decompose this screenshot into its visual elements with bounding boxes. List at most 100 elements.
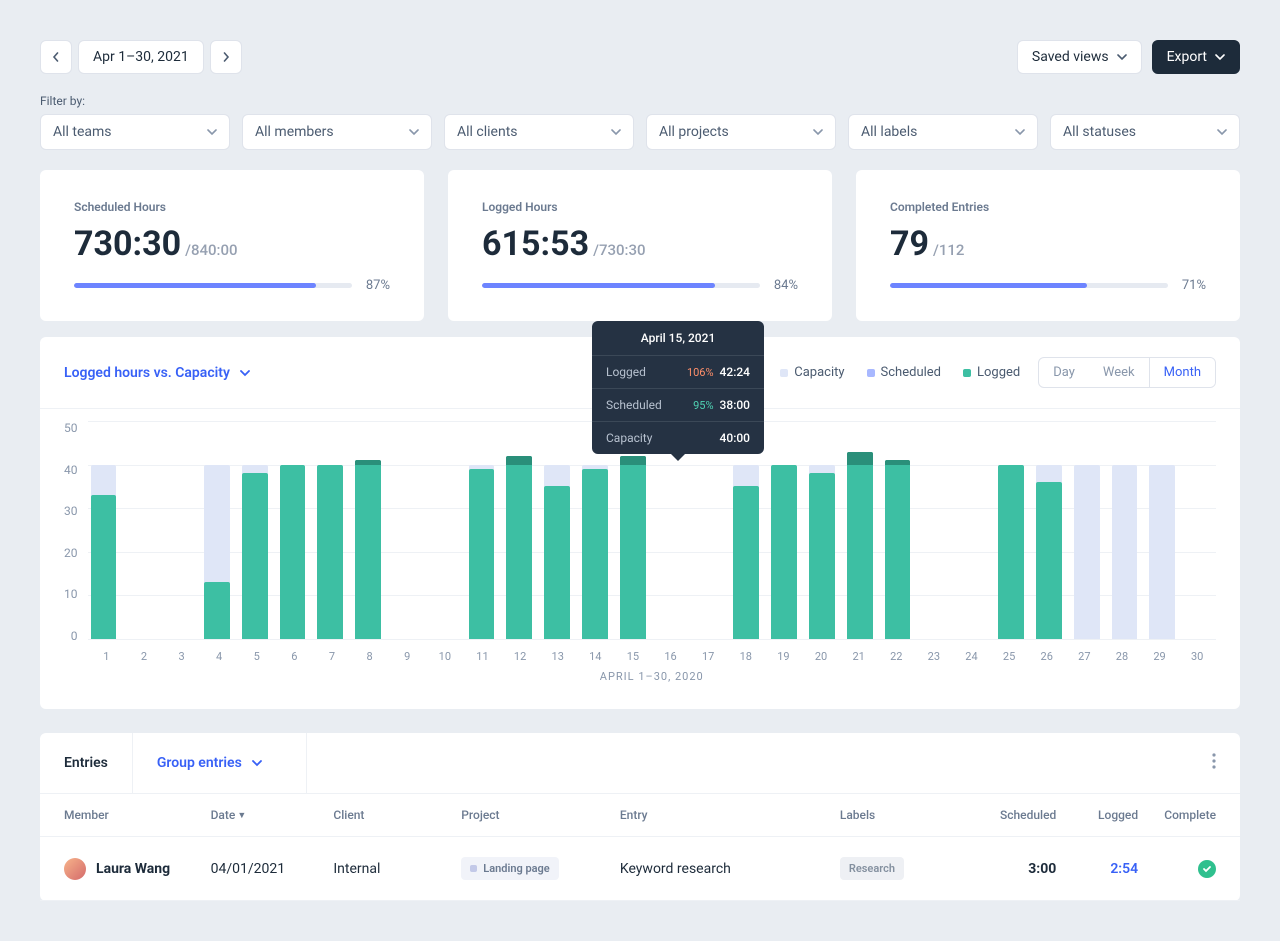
sort-desc-icon: ▼ [237,811,246,821]
chart-panel: Logged hours vs. Capacity Capacity Sched… [40,337,1240,709]
progress-bar [890,283,1168,288]
chart-bar-21[interactable] [844,421,876,639]
chart-bar-28[interactable] [1109,421,1141,639]
metric-completed-entries: Completed Entries 79/112 71% [856,170,1240,321]
date-prev-button[interactable] [40,40,72,74]
chevron-down-icon [252,758,262,768]
range-week[interactable]: Week [1089,358,1149,387]
date-next-button[interactable] [210,40,242,74]
filter-members[interactable]: All members [242,114,432,150]
export-button[interactable]: Export [1152,40,1240,74]
x-axis: 1234567891011121314151617181920212223242… [88,650,1217,663]
th-date[interactable]: Date▼ [199,794,322,837]
chart-bar-25[interactable] [995,421,1027,639]
chart-bar-6[interactable] [277,421,309,639]
th-member[interactable]: Member [40,794,199,837]
metric-total: /730:30 [593,241,645,259]
th-logged[interactable]: Logged [1068,794,1150,837]
chart-bar-26[interactable] [1033,421,1065,639]
filter-labels[interactable]: All labels [848,114,1038,150]
avatar [64,858,86,880]
filter-statuses[interactable]: All statuses [1050,114,1240,150]
chart-bar-20[interactable] [806,421,838,639]
logged-link[interactable]: 2:54 [1110,861,1138,877]
table-row[interactable]: Laura Wang04/01/2021InternalLanding page… [40,837,1240,901]
chart-bar-24[interactable] [957,421,989,639]
progress-pct: 84% [774,278,798,293]
legend-logged: Logged [963,365,1020,380]
chart-bar-9[interactable] [390,421,422,639]
th-client[interactable]: Client [321,794,449,837]
metric-scheduled-hours: Scheduled Hours 730:30/840:00 87% [40,170,424,321]
chart-bar-27[interactable] [1071,421,1103,639]
metric-value: 730:30 [74,224,181,264]
chart-bar-19[interactable] [768,421,800,639]
entries-table: Member Date▼ Client Project Entry Labels… [40,794,1240,901]
chart-bar-3[interactable] [163,421,195,639]
progress-bar [482,283,760,288]
metric-logged-hours: Logged Hours 615:53/730:30 84% [448,170,832,321]
check-icon [1198,860,1216,878]
filter-by-label: Filter by: [40,94,1240,108]
th-scheduled[interactable]: Scheduled [976,794,1068,837]
chart-type-label: Logged hours vs. Capacity [64,365,230,381]
metric-title: Scheduled Hours [74,200,390,214]
chevron-down-icon [813,127,823,137]
x-axis-caption: APRIL 1–30, 2020 [88,670,1217,683]
chart-bar-30[interactable] [1184,421,1216,639]
chevron-down-icon [207,127,217,137]
metric-value: 615:53 [482,224,589,264]
chevron-down-icon [1217,127,1227,137]
range-toggle: Day Week Month [1038,357,1216,388]
chevron-left-icon [51,52,61,62]
chart-bar-4[interactable] [201,421,233,639]
tab-group-entries[interactable]: Group entries [133,733,307,793]
th-project[interactable]: Project [449,794,608,837]
chevron-down-icon [1117,52,1127,62]
progress-pct: 71% [1182,278,1206,293]
chevron-down-icon [409,127,419,137]
project-pill: Landing page [461,857,558,880]
date-range-label: Apr 1–30, 2021 [93,49,189,65]
legend-capacity: Capacity [780,365,844,380]
th-entry[interactable]: Entry [608,794,828,837]
chart-plot[interactable]: 1234567891011121314151617181920212223242… [88,421,1217,683]
progress-pct: 87% [366,278,390,293]
legend-scheduled: Scheduled [867,365,941,380]
tab-entries[interactable]: Entries [40,733,133,793]
chart-bar-5[interactable] [239,421,271,639]
range-month[interactable]: Month [1149,358,1215,387]
th-complete[interactable]: Complete [1150,794,1240,837]
label-pill: Research [840,857,904,880]
chart-bar-12[interactable] [503,421,535,639]
export-label: Export [1167,49,1207,65]
filter-clients[interactable]: All clients [444,114,634,150]
chart-tooltip: April 15, 2021 Logged106%42:24Scheduled9… [592,321,764,454]
chevron-down-icon [1015,127,1025,137]
filter-projects[interactable]: All projects [646,114,836,150]
chart-bar-2[interactable] [125,421,157,639]
chevron-down-icon [240,368,250,378]
saved-views-label: Saved views [1032,49,1109,65]
chart-bar-29[interactable] [1146,421,1178,639]
chart-bar-11[interactable] [466,421,498,639]
table-more-icon[interactable] [1188,753,1240,773]
chart-bar-1[interactable] [88,421,120,639]
tooltip-title: April 15, 2021 [592,321,764,356]
metric-title: Completed Entries [890,200,1206,214]
chart-bar-22[interactable] [882,421,914,639]
chart-bar-8[interactable] [352,421,384,639]
range-day[interactable]: Day [1039,358,1089,387]
filter-teams[interactable]: All teams [40,114,230,150]
chevron-down-icon [1215,52,1225,62]
chart-bar-23[interactable] [919,421,951,639]
chart-bar-13[interactable] [541,421,573,639]
y-axis: 50403020100 [64,421,88,643]
chart-bar-10[interactable] [428,421,460,639]
date-range-button[interactable]: Apr 1–30, 2021 [78,40,204,74]
entries-panel: Entries Group entries Member Date▼ Clien… [40,733,1240,901]
chart-type-selector[interactable]: Logged hours vs. Capacity [64,365,250,381]
th-labels[interactable]: Labels [828,794,976,837]
saved-views-button[interactable]: Saved views [1017,40,1142,74]
chart-bar-7[interactable] [314,421,346,639]
